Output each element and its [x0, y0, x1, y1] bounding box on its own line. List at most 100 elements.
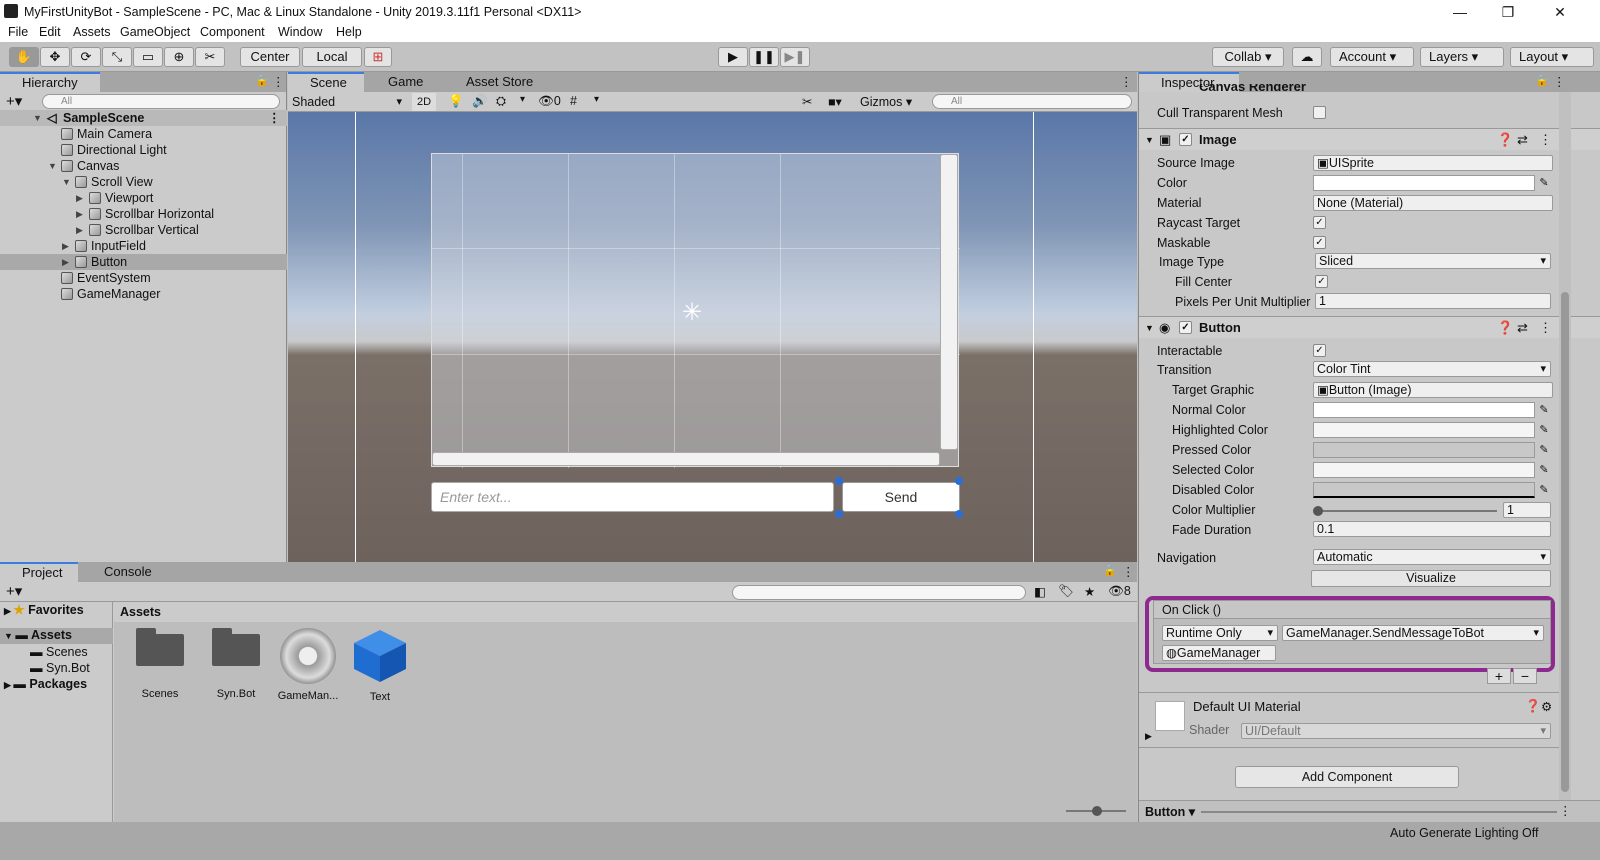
packages-item[interactable]: ▶ ▬ Packages	[4, 677, 87, 691]
scene-row[interactable]: ▼ ◁ SampleScene ⋮	[0, 110, 287, 126]
collab-button[interactable]: Collab ▾	[1212, 47, 1284, 67]
expand-arrow-icon[interactable]: ▼	[1145, 317, 1154, 339]
rect-tool-button[interactable]: ▭	[133, 47, 163, 67]
custom-tool-button[interactable]: ✂	[195, 47, 225, 67]
add-listener-button[interactable]: +	[1487, 668, 1511, 684]
collapse-arrow-icon[interactable]: ▶	[62, 238, 69, 254]
scroll-view[interactable]: ✳	[431, 153, 960, 468]
navigation-dropdown[interactable]: Automatic	[1313, 549, 1551, 565]
2d-toggle[interactable]: 2D	[412, 93, 436, 111]
expand-arrow-icon[interactable]: ▼	[4, 631, 15, 641]
shading-mode-dropdown[interactable]: Shaded	[290, 93, 406, 111]
eyedropper-icon[interactable]: ✎	[1537, 463, 1551, 477]
shader-dropdown[interactable]: UI/Default	[1241, 723, 1551, 739]
collapse-arrow-icon[interactable]: ▶	[76, 206, 83, 222]
cull-transparent-mesh-checkbox[interactable]	[1313, 106, 1326, 119]
create-button[interactable]: +▾	[6, 92, 22, 110]
snap-button[interactable]: ⊞	[364, 47, 392, 67]
collapse-arrow-icon[interactable]: ▶	[76, 190, 83, 206]
image-component-header[interactable]: ▼ ▣ ✓ Image ❓ ⇄ ⋮	[1139, 128, 1600, 150]
hidden-packages-icon[interactable]: 👁8	[1108, 584, 1131, 599]
scene-search-input[interactable]: All	[932, 94, 1132, 109]
hierarchy-item[interactable]: GameManager	[0, 286, 287, 302]
pause-button[interactable]: ❚❚	[749, 47, 779, 67]
fade-duration-field[interactable]: 0.1	[1313, 521, 1551, 537]
asset-folder[interactable]: Syn.Bot	[200, 628, 272, 700]
component-menu-icon[interactable]: ⋮	[1539, 129, 1552, 151]
kebab-menu-icon[interactable]: ⋮	[1553, 74, 1566, 89]
menu-component[interactable]: Component	[200, 25, 265, 39]
color-multiplier-field[interactable]: 1	[1503, 502, 1551, 518]
transform-tool-button[interactable]: ⊕	[164, 47, 194, 67]
project-search-input[interactable]	[732, 585, 1026, 600]
hierarchy-item[interactable]: EventSystem	[0, 270, 287, 286]
expand-arrow-icon[interactable]: ▼	[33, 110, 42, 126]
expand-arrow-icon[interactable]: ▼	[62, 174, 71, 190]
favorites-icon[interactable]: ★	[1084, 584, 1095, 599]
button-component-header[interactable]: ▼ ◉ ✓ Button ❓ ⇄ ⋮	[1139, 316, 1600, 338]
eyedropper-icon[interactable]: ✎	[1537, 403, 1551, 417]
pivot-local-toggle[interactable]: Local	[302, 47, 362, 67]
add-component-button[interactable]: Add Component	[1235, 766, 1459, 788]
scene-menu-icon[interactable]: ⋮	[268, 110, 281, 126]
assets-breadcrumb[interactable]: Assets	[120, 605, 161, 619]
tab-asset-store[interactable]: Asset Store	[444, 72, 544, 92]
maskable-checkbox[interactable]: ✓	[1313, 236, 1326, 249]
rotate-tool-button[interactable]: ⟳	[71, 47, 101, 67]
kebab-menu-icon[interactable]: ⋮	[272, 74, 285, 89]
layout-dropdown[interactable]: Layout ▾	[1510, 47, 1594, 67]
runtime-mode-dropdown[interactable]: Runtime Only	[1162, 625, 1278, 641]
highlighted-color-swatch[interactable]	[1313, 422, 1535, 438]
hierarchy-item[interactable]: ▼ Scroll View	[0, 174, 287, 190]
help-icon[interactable]: ❓	[1497, 317, 1513, 339]
kebab-menu-icon[interactable]: ⋮	[1559, 803, 1572, 818]
asset-folder[interactable]: Scenes	[124, 628, 196, 700]
button-enabled-checkbox[interactable]: ✓	[1179, 321, 1192, 334]
lock-icon[interactable]: 🔒	[255, 74, 269, 87]
hierarchy-item[interactable]: Directional Light	[0, 142, 287, 158]
scrollbar-horizontal[interactable]	[432, 452, 940, 466]
maximize-button[interactable]: ❐	[1488, 2, 1528, 22]
gizmos-dropdown[interactable]: Gizmos ▾	[860, 93, 922, 111]
camera-icon[interactable]: ■▾	[828, 94, 842, 109]
hierarchy-item[interactable]: ▶ InputField	[0, 238, 287, 254]
tab-hierarchy[interactable]: Hierarchy	[0, 72, 100, 92]
menu-gameobject[interactable]: GameObject	[120, 25, 190, 39]
collapse-arrow-icon[interactable]: ▶	[4, 680, 13, 690]
audio-icon[interactable]: 🔊	[472, 94, 488, 109]
scrollbar-vertical[interactable]	[940, 154, 958, 450]
asset-prefab[interactable]: Text	[344, 628, 416, 703]
component-menu-icon[interactable]: ⋮	[1539, 317, 1552, 339]
presets-icon[interactable]: ⇄	[1517, 129, 1528, 151]
menu-edit[interactable]: Edit	[39, 25, 61, 39]
lighting-icon[interactable]: 💡	[448, 94, 464, 109]
eyedropper-icon[interactable]: ✎	[1537, 443, 1551, 457]
expand-arrow-icon[interactable]: ▼	[1145, 129, 1154, 151]
eyedropper-icon[interactable]: ✎	[1537, 483, 1551, 497]
rect-handle[interactable]	[835, 510, 843, 518]
transition-dropdown[interactable]: Color Tint	[1313, 361, 1551, 377]
scale-tool-button[interactable]: ⤡	[102, 47, 132, 67]
collapse-arrow-icon[interactable]: ▶	[76, 222, 83, 238]
target-graphic-field[interactable]: ▣Button (Image)	[1313, 382, 1553, 398]
hand-tool-button[interactable]: ✋	[9, 47, 39, 67]
move-tool-button[interactable]: ✥	[40, 47, 70, 67]
image-type-dropdown[interactable]: Sliced	[1315, 253, 1551, 269]
fill-center-checkbox[interactable]: ✓	[1315, 275, 1328, 288]
input-field[interactable]: Enter text...	[431, 482, 834, 512]
create-button[interactable]: +▾	[6, 582, 22, 600]
search-by-label-icon[interactable]: 🏷	[1058, 584, 1074, 599]
ppu-multiplier-field[interactable]: 1	[1315, 293, 1551, 309]
preview-selector[interactable]: Button ▾	[1145, 804, 1195, 819]
interactable-checkbox[interactable]: ✓	[1313, 344, 1326, 357]
lock-icon[interactable]: 🔒	[1535, 74, 1549, 87]
menu-window[interactable]: Window	[278, 25, 322, 39]
raycast-target-checkbox[interactable]: ✓	[1313, 216, 1326, 229]
material-field[interactable]: None (Material)	[1313, 195, 1553, 211]
menu-assets[interactable]: Assets	[73, 25, 111, 39]
kebab-menu-icon[interactable]: ⋮	[1120, 74, 1133, 89]
pivot-center-toggle[interactable]: Center	[240, 47, 300, 67]
asset-script[interactable]: GameMan...	[272, 628, 344, 702]
tab-project[interactable]: Project	[0, 562, 78, 582]
rect-handle[interactable]	[835, 477, 843, 485]
